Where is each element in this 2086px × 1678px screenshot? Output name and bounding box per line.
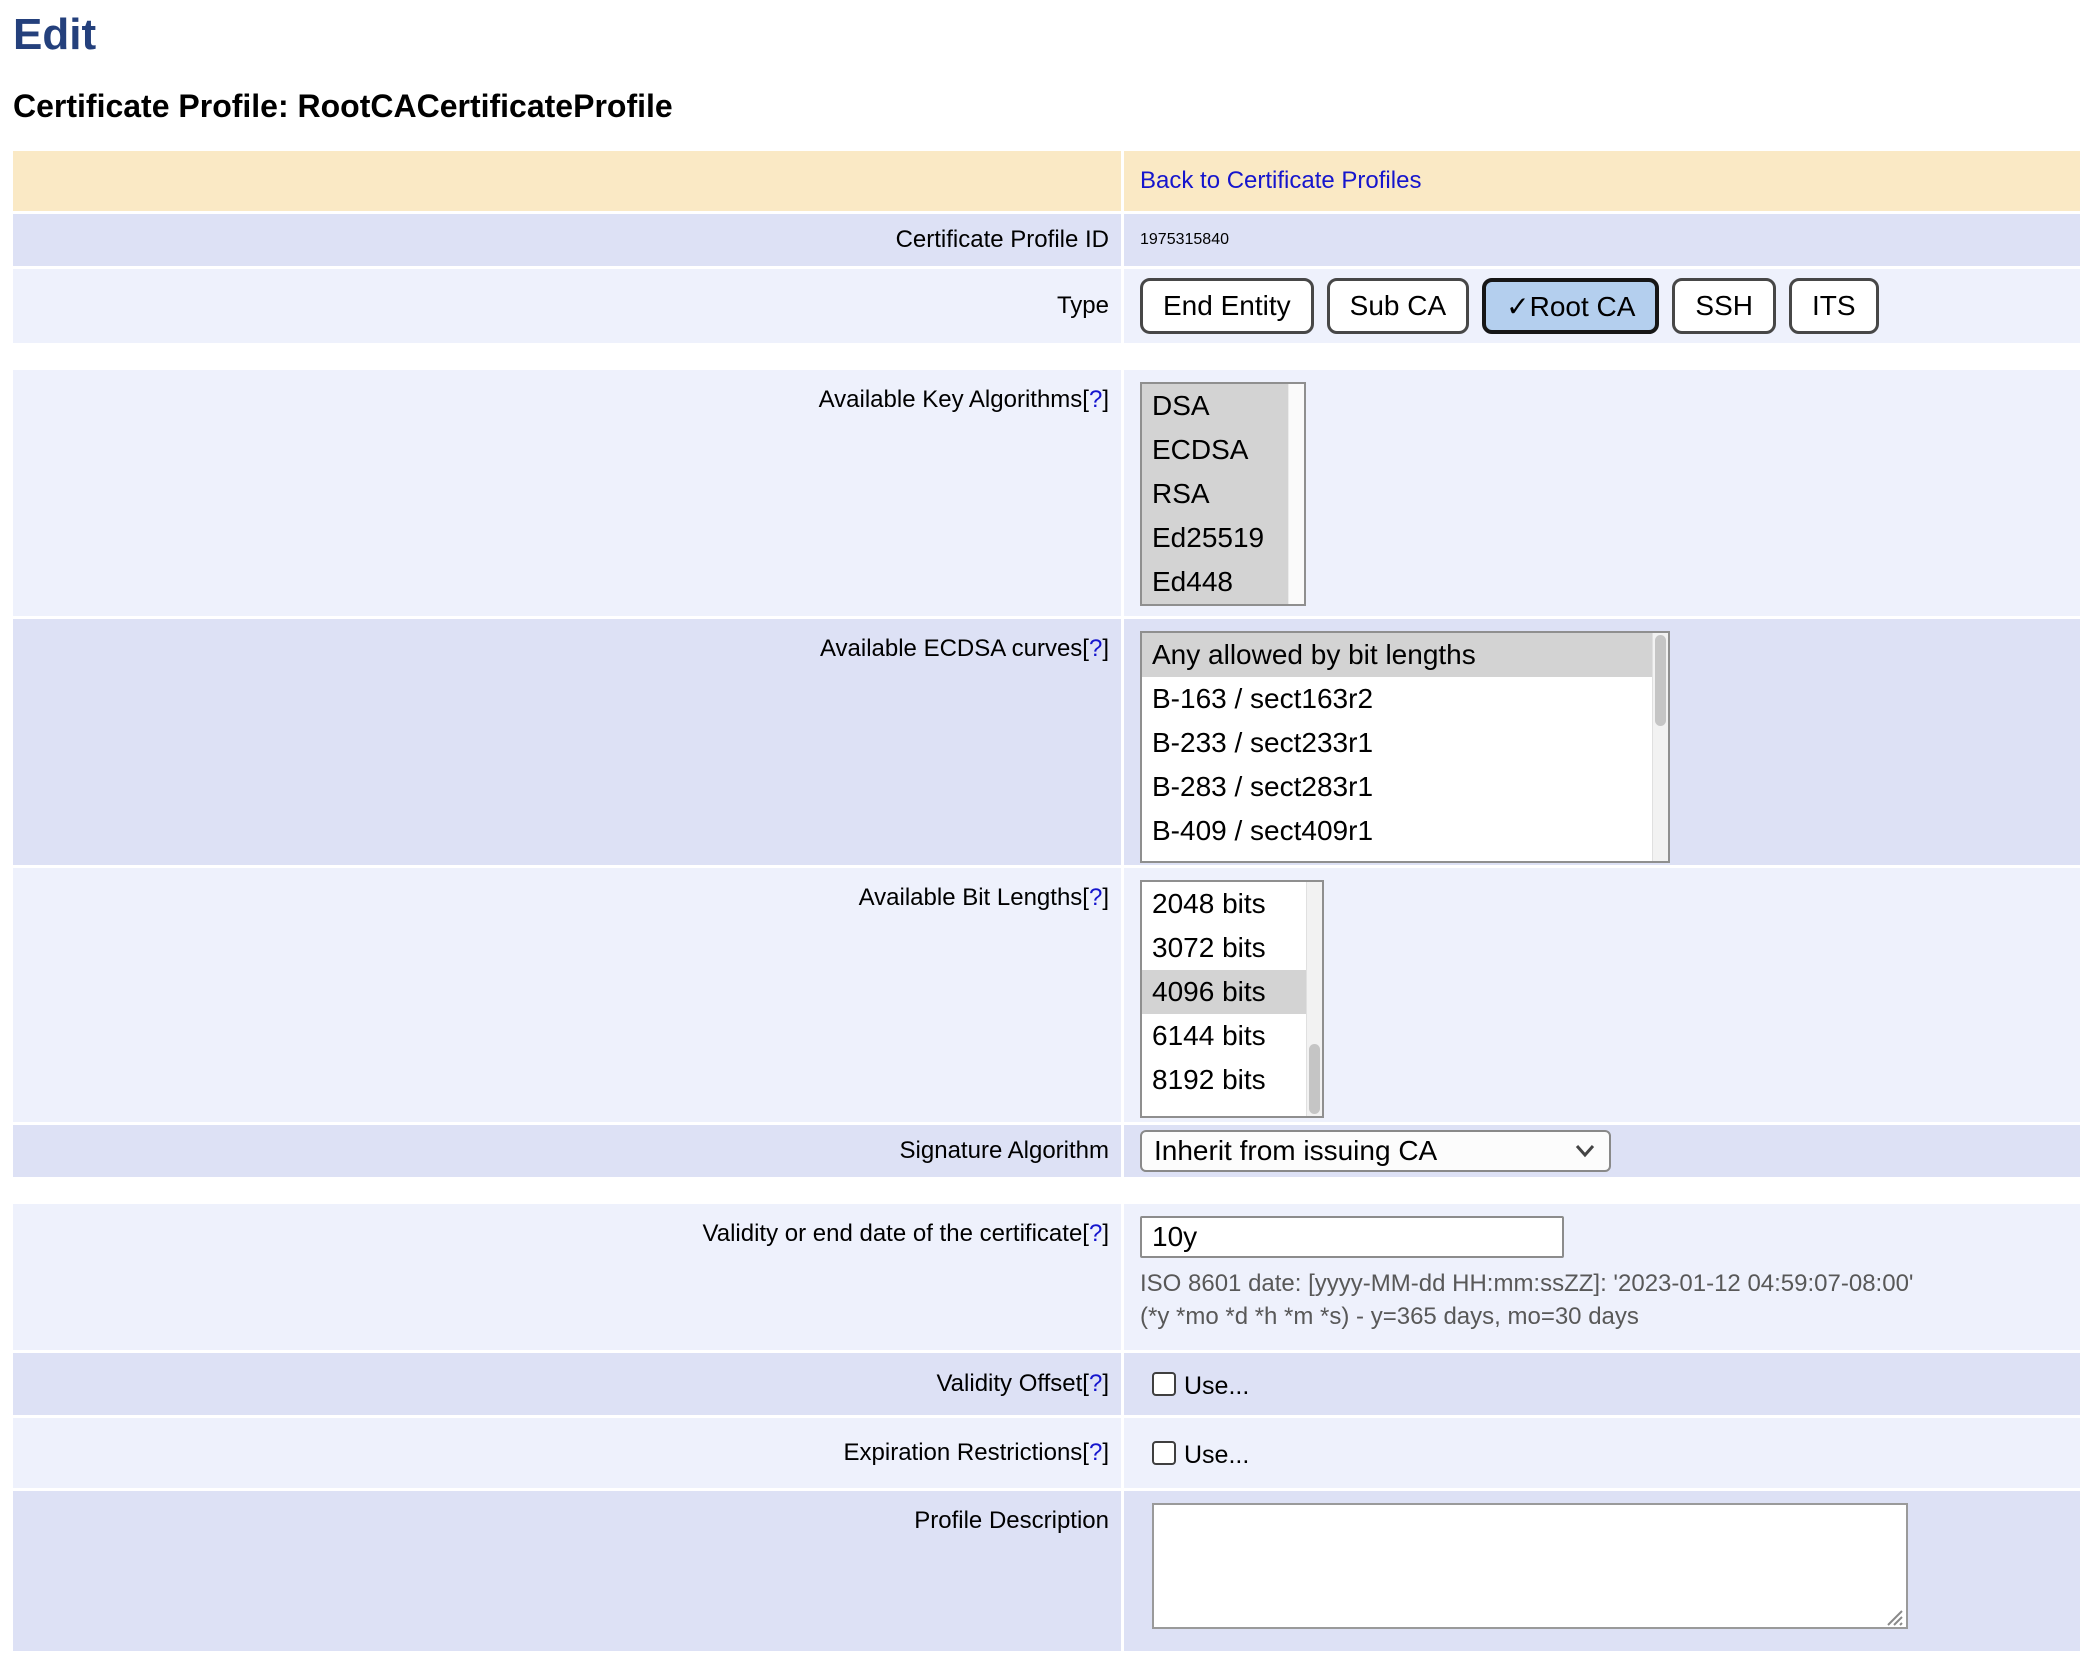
listbox-option[interactable]: 6144 bits <box>1142 1014 1306 1058</box>
listbox-option[interactable]: B-233 / sect233r1 <box>1142 721 1652 765</box>
listbox-option[interactable]: B-409 / sect409r1 <box>1142 809 1652 853</box>
signature-algorithm-value: Inherit from issuing CA <box>1154 1135 1437 1167</box>
section-gap <box>13 346 2080 370</box>
expiration-restrictions-use-checkbox[interactable]: Use... <box>1152 1439 1249 1468</box>
ecdsa-curves-options: Any allowed by bit lengths B-163 / sect1… <box>1142 633 1652 861</box>
listbox-option[interactable]: ECDSA <box>1142 428 1288 472</box>
listbox-option[interactable]: RSA <box>1142 472 1288 516</box>
expiration-restrictions-label: Expiration Restrictions[?] <box>844 1439 1109 1467</box>
key-algorithms-label: Available Key Algorithms[?] <box>819 386 1109 414</box>
listbox-option[interactable]: 4096 bits <box>1142 970 1306 1014</box>
signature-algorithm-label: Signature Algorithm <box>900 1137 1109 1165</box>
listbox-option[interactable]: Ed448 <box>1142 560 1288 604</box>
profile-description-field <box>1152 1503 1908 1634</box>
page-title: Edit <box>13 10 2086 60</box>
use-label: Use... <box>1184 1441 1249 1470</box>
certificate-profile-form: Back to Certificate Profiles Certificate… <box>13 151 2080 1651</box>
key-algorithms-listbox[interactable]: DSA ECDSA RSA Ed25519 Ed448 <box>1140 382 1306 606</box>
validity-offset-row: Validity Offset[?] Use... <box>13 1353 2080 1415</box>
key-algorithms-help-link[interactable]: ? <box>1089 386 1102 413</box>
type-label: Type <box>1057 292 1109 320</box>
validity-row: Validity or end date of the certificate[… <box>13 1204 2080 1350</box>
validity-offset-help-link[interactable]: ? <box>1089 1370 1102 1397</box>
ecdsa-curves-listbox[interactable]: Any allowed by bit lengths B-163 / sect1… <box>1140 631 1670 863</box>
ecdsa-curves-label: Available ECDSA curves[?] <box>820 635 1109 663</box>
type-button-group: End Entity Sub CA ✓Root CA SSH ITS <box>1140 278 1879 334</box>
validity-field-group: ISO 8601 date: [yyyy-MM-dd HH:mm:ssZZ]: … <box>1140 1216 1914 1333</box>
profile-description-label: Profile Description <box>914 1507 1109 1535</box>
scrollbar-thumb[interactable] <box>1655 635 1666 726</box>
listbox-option[interactable]: 8192 bits <box>1142 1058 1306 1102</box>
expiration-restrictions-row: Expiration Restrictions[?] Use... <box>13 1418 2080 1488</box>
page-subtitle: Certificate Profile: RootCACertificatePr… <box>13 88 2086 125</box>
key-algorithms-row: Available Key Algorithms[?] DSA ECDSA RS… <box>13 370 2080 616</box>
header-right-cell: Back to Certificate Profiles <box>1124 151 2080 211</box>
ecdsa-curves-row: Available ECDSA curves[?] Any allowed by… <box>13 619 2080 865</box>
ecdsa-curves-scrollbar[interactable] <box>1652 633 1668 861</box>
listbox-option[interactable]: Any allowed by bit lengths <box>1142 633 1652 677</box>
listbox-option[interactable]: 3072 bits <box>1142 926 1306 970</box>
listbox-option[interactable]: B-283 / sect283r1 <box>1142 765 1652 809</box>
bit-lengths-label: Available Bit Lengths[?] <box>859 884 1109 912</box>
signature-algorithm-select[interactable]: Inherit from issuing CA <box>1140 1130 1611 1172</box>
type-button-end-entity[interactable]: End Entity <box>1140 278 1314 334</box>
checkbox-icon[interactable] <box>1152 1441 1176 1465</box>
profile-id-label: Certificate Profile ID <box>896 226 1109 254</box>
key-algorithms-options: DSA ECDSA RSA Ed25519 Ed448 <box>1142 384 1288 604</box>
form-header-row: Back to Certificate Profiles <box>13 151 2080 211</box>
listbox-option[interactable]: Ed25519 <box>1142 516 1288 560</box>
expiration-restrictions-help-link[interactable]: ? <box>1089 1439 1102 1466</box>
listbox-option[interactable]: DSA <box>1142 384 1288 428</box>
bit-lengths-scrollbar[interactable] <box>1306 882 1322 1116</box>
listbox-option[interactable]: B-163 / sect163r2 <box>1142 677 1652 721</box>
checkbox-icon[interactable] <box>1152 1372 1176 1396</box>
section-gap <box>13 1180 2080 1204</box>
listbox-option[interactable]: 2048 bits <box>1142 882 1306 926</box>
key-algorithms-scrollbar[interactable] <box>1288 384 1304 604</box>
certificate-profile-edit-page: Edit Certificate Profile: RootCACertific… <box>0 0 2086 1651</box>
bit-lengths-options: 2048 bits 3072 bits 4096 bits 6144 bits … <box>1142 882 1306 1116</box>
resize-handle-icon[interactable] <box>1882 1605 1904 1627</box>
validity-label: Validity or end date of the certificate[… <box>703 1220 1109 1248</box>
validity-offset-label: Validity Offset[?] <box>936 1370 1109 1398</box>
signature-algorithm-row: Signature Algorithm Inherit from issuing… <box>13 1125 2080 1177</box>
back-to-certificate-profiles-link[interactable]: Back to Certificate Profiles <box>1140 167 1421 195</box>
type-button-ssh[interactable]: SSH <box>1672 278 1776 334</box>
validity-input[interactable] <box>1140 1216 1564 1258</box>
profile-description-row: Profile Description <box>13 1491 2080 1651</box>
chevron-down-icon <box>1573 1143 1597 1159</box>
validity-format-hint-line2: (*y *mo *d *h *m *s) - y=365 days, mo=30… <box>1140 1300 1914 1333</box>
ecdsa-curves-help-link[interactable]: ? <box>1089 635 1102 662</box>
type-button-sub-ca[interactable]: Sub CA <box>1327 278 1470 334</box>
bit-lengths-listbox[interactable]: 2048 bits 3072 bits 4096 bits 6144 bits … <box>1140 880 1324 1118</box>
type-button-root-ca[interactable]: ✓Root CA <box>1482 278 1659 334</box>
profile-description-textarea[interactable] <box>1152 1503 1908 1629</box>
scrollbar-thumb[interactable] <box>1309 1044 1320 1114</box>
validity-help-link[interactable]: ? <box>1089 1220 1102 1247</box>
profile-id-value: 1975315840 <box>1140 231 1229 249</box>
validity-format-hint-line1: ISO 8601 date: [yyyy-MM-dd HH:mm:ssZZ]: … <box>1140 1267 1914 1300</box>
bit-lengths-row: Available Bit Lengths[?] 2048 bits 3072 … <box>13 868 2080 1122</box>
validity-offset-use-checkbox[interactable]: Use... <box>1152 1370 1249 1399</box>
type-row: Type End Entity Sub CA ✓Root CA SSH ITS <box>13 269 2080 343</box>
use-label: Use... <box>1184 1372 1249 1401</box>
bit-lengths-help-link[interactable]: ? <box>1089 884 1102 911</box>
type-button-its[interactable]: ITS <box>1789 278 1879 334</box>
profile-id-row: Certificate Profile ID 1975315840 <box>13 214 2080 266</box>
header-left-cell <box>13 151 1121 211</box>
